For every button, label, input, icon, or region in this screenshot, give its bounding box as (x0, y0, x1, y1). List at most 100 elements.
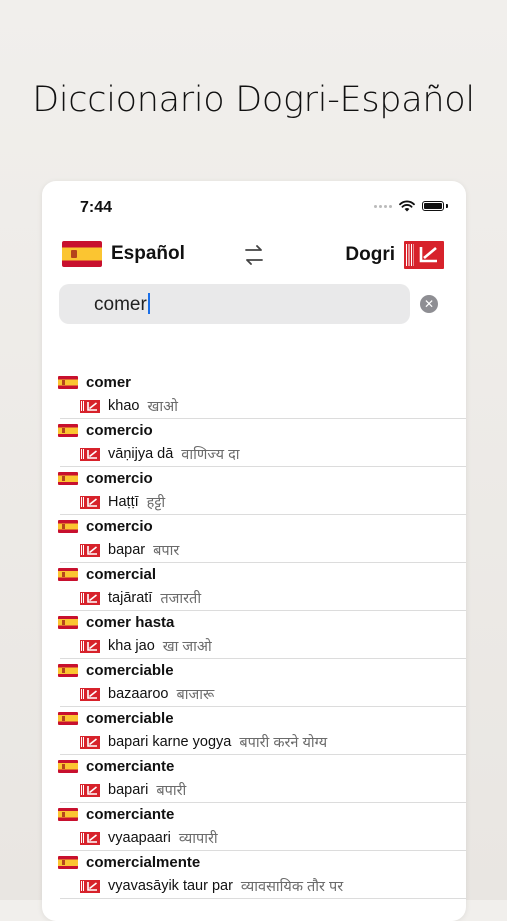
search-input-value: comer (94, 294, 147, 315)
row-divider (60, 898, 466, 899)
list-item[interactable]: comercio vāṇijya dā वाणिज्य दा (42, 421, 466, 469)
devanagari-text: बपारी (156, 783, 187, 799)
dogri-flag-icon (80, 495, 100, 509)
translation-line: vāṇijya dā वाणिज्य दा (80, 445, 240, 463)
row-divider (60, 418, 466, 419)
term-line: comercio (58, 517, 153, 535)
transliteration-text: vyavasāyik taur par (108, 878, 233, 894)
term-line: comer (58, 373, 131, 391)
list-item[interactable]: comer hasta kha jao खा जाओ (42, 613, 466, 661)
translation-line: kha jao खा जाओ (80, 637, 212, 655)
translation-line: bapar बपार (80, 541, 179, 559)
row-divider (60, 562, 466, 563)
spain-flag-icon (58, 711, 78, 725)
dogri-flag-icon (80, 543, 100, 557)
spain-flag-icon (58, 807, 78, 821)
transliteration-text: kha jao (108, 638, 155, 654)
translation-line: tajāratī तजारती (80, 589, 201, 607)
list-item[interactable]: comercial tajāratī तजारती (42, 565, 466, 613)
text-cursor (147, 293, 150, 314)
translation-line: bapari karne yogya बपारी करने योग्य (80, 733, 327, 751)
term-text: comercio (86, 517, 153, 535)
devanagari-text: बपारी करने योग्य (239, 735, 328, 751)
term-text: comer hasta (86, 613, 175, 631)
list-item[interactable]: comerciable bazaaroo बाजारू (42, 661, 466, 709)
list-item[interactable]: comercio bapar बपार (42, 517, 466, 565)
transliteration-text: bapari karne yogya (108, 734, 232, 750)
translation-line: bazaaroo बाजारू (80, 685, 214, 703)
row-divider (60, 658, 466, 659)
row-divider (60, 706, 466, 707)
transliteration-text: bazaaroo (108, 686, 169, 702)
term-line: comerciable (58, 709, 174, 727)
spain-flag-icon (58, 615, 78, 629)
swap-languages-icon[interactable] (242, 243, 266, 267)
transliteration-text: bapari (108, 782, 149, 798)
clear-search-icon[interactable]: ✕ (420, 295, 438, 313)
row-divider (60, 514, 466, 515)
devanagari-text: खा जाओ (162, 639, 212, 655)
dogri-flag-icon (80, 591, 100, 605)
devanagari-text: व्यावसायिक तौर पर (240, 879, 344, 895)
term-text: comerciable (86, 709, 174, 727)
term-line: comerciante (58, 757, 174, 775)
devanagari-text: खाओ (147, 399, 178, 415)
wifi-icon (399, 200, 415, 212)
devanagari-text: बाजारू (176, 687, 215, 703)
dogri-flag-icon (80, 447, 100, 461)
spain-flag-icon (58, 519, 78, 533)
transliteration-text: khao (108, 398, 140, 414)
dogri-flag-icon (404, 241, 444, 269)
translation-line: vyaapaari व्यापारी (80, 829, 218, 847)
term-line: comercial (58, 565, 156, 583)
dogri-flag-icon (80, 639, 100, 653)
devanagari-text: तजारती (160, 591, 202, 607)
term-text: comercio (86, 421, 153, 439)
term-text: comer (86, 373, 132, 391)
term-line: comer hasta (58, 613, 174, 631)
term-text: comercialmente (86, 853, 201, 871)
devanagari-text: बपार (153, 543, 180, 559)
term-line: comercialmente (58, 853, 200, 871)
status-time: 7:44 (80, 199, 113, 216)
transliteration-text: tajāratī (108, 590, 153, 606)
search-input[interactable]: comer (59, 284, 410, 324)
translation-line: bapari बपारी (80, 781, 186, 799)
transliteration-text: bapar (108, 542, 146, 558)
list-item[interactable]: comer khao खाओ (42, 373, 466, 421)
target-language-button[interactable]: Dogri (345, 241, 444, 269)
term-line: comerciante (58, 805, 174, 823)
translation-line: vyavasāyik taur par व्यावसायिक तौर पर (80, 877, 343, 895)
list-item[interactable]: comerciante vyaapaari व्यापारी (42, 805, 466, 853)
term-text: comercio (86, 469, 153, 487)
spain-flag-icon (58, 663, 78, 677)
term-text: comercial (86, 565, 157, 583)
phone-screen: 7:44 Español Dogri comer ✕ comer khao खा… (42, 181, 466, 921)
devanagari-text: व्यापारी (178, 831, 218, 847)
spain-flag-icon (58, 375, 78, 389)
spain-flag-icon (58, 471, 78, 485)
row-divider (60, 754, 466, 755)
dogri-flag-icon (80, 783, 100, 797)
devanagari-text: हट्टी (146, 495, 166, 511)
list-item[interactable]: comerciable bapari karne yogya बपारी करने … (42, 709, 466, 757)
row-divider (60, 610, 466, 611)
spain-flag-icon (62, 241, 102, 267)
term-text: comerciante (86, 757, 175, 775)
spain-flag-icon (58, 759, 78, 773)
list-item[interactable]: comercio Haṭṭī हट्टी (42, 469, 466, 517)
spain-flag-icon (58, 855, 78, 869)
term-line: comerciable (58, 661, 174, 679)
list-item[interactable]: comercialmente vyavasāyik taur par व्यावसा… (42, 853, 466, 901)
source-language-button[interactable]: Español (62, 241, 185, 267)
translation-line: Haṭṭī हट्टी (80, 493, 165, 511)
dogri-flag-icon (80, 399, 100, 413)
row-divider (60, 466, 466, 467)
devanagari-text: वाणिज्य दा (181, 447, 240, 463)
dogri-flag-icon (80, 831, 100, 845)
signal-icon (374, 204, 392, 208)
status-icons (374, 200, 448, 212)
language-bar: Español Dogri (42, 239, 466, 275)
list-item[interactable]: comerciante bapari बपारी (42, 757, 466, 805)
transliteration-text: vyaapaari (108, 830, 171, 846)
